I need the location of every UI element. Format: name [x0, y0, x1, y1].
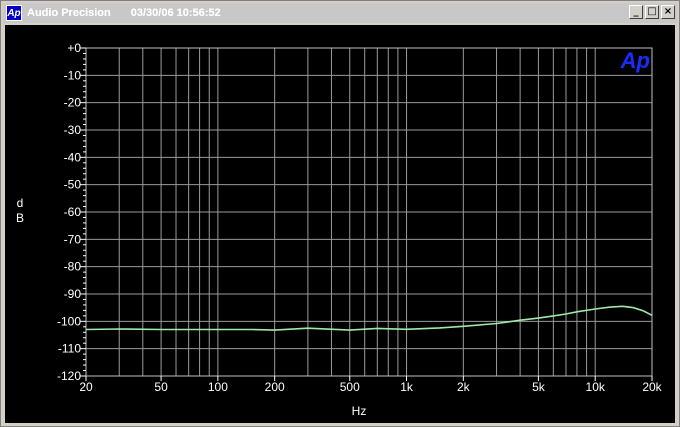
- x-tick-label: 2k: [457, 380, 471, 394]
- x-tick-label: 50: [154, 380, 168, 394]
- frequency-response-chart: +0 -10 -20 -30 -40 -50 -60 -70 -80 -90 -100 -110 -12…: [16, 41, 663, 418]
- x-tick-label: 10k: [586, 380, 606, 394]
- y-tick-label: -70: [64, 232, 82, 246]
- plot-area: +0 -10 -20 -30 -40 -50 -60 -70 -80 -90 -100 -110 -12…: [5, 25, 675, 423]
- y-tick-label: -20: [64, 96, 82, 110]
- y-tick-label: -120: [57, 369, 81, 383]
- x-tick-label: 200: [265, 380, 285, 394]
- x-tick-label: 20: [79, 380, 93, 394]
- app-window: Ap Audio Precision 03/30/06 10:56:52 _ □…: [0, 0, 680, 427]
- y-tick-label: -80: [64, 260, 82, 274]
- y-tick-label: -60: [64, 205, 82, 219]
- close-button[interactable]: ×: [661, 5, 675, 19]
- maximize-button[interactable]: □: [645, 5, 659, 19]
- title-timestamp: 03/30/06 10:56:52: [130, 7, 221, 19]
- x-tick-label: 100: [208, 380, 228, 394]
- x-tick-label: 5k: [532, 380, 546, 394]
- x-tick-label: 20k: [642, 380, 662, 394]
- y-tick-label: -10: [64, 68, 82, 82]
- y-tick-label: -30: [64, 123, 82, 137]
- y-tick-label: -50: [64, 178, 82, 192]
- response-trace: [85, 305, 653, 331]
- y-axis-label: d: [17, 196, 24, 210]
- y-axis-label: B: [16, 211, 24, 225]
- x-axis-label: Hz: [352, 404, 367, 418]
- y-tick-label: +0: [67, 41, 81, 55]
- y-tick-label: -110: [58, 342, 81, 356]
- x-tick-label: 1k: [400, 380, 414, 394]
- ap-logo: Ap: [620, 48, 650, 73]
- app-icon[interactable]: Ap: [6, 5, 22, 21]
- y-tick-label: -100: [57, 314, 81, 328]
- window-controls: _ □ ×: [629, 5, 675, 19]
- minimize-button[interactable]: _: [629, 5, 643, 19]
- y-tick-label: -90: [64, 287, 82, 301]
- app-title: Audio Precision: [27, 7, 111, 19]
- y-tick-label: -40: [64, 150, 82, 164]
- title-bar[interactable]: Ap Audio Precision 03/30/06 10:56:52 _ □…: [3, 3, 677, 23]
- x-tick-label: 500: [340, 380, 360, 394]
